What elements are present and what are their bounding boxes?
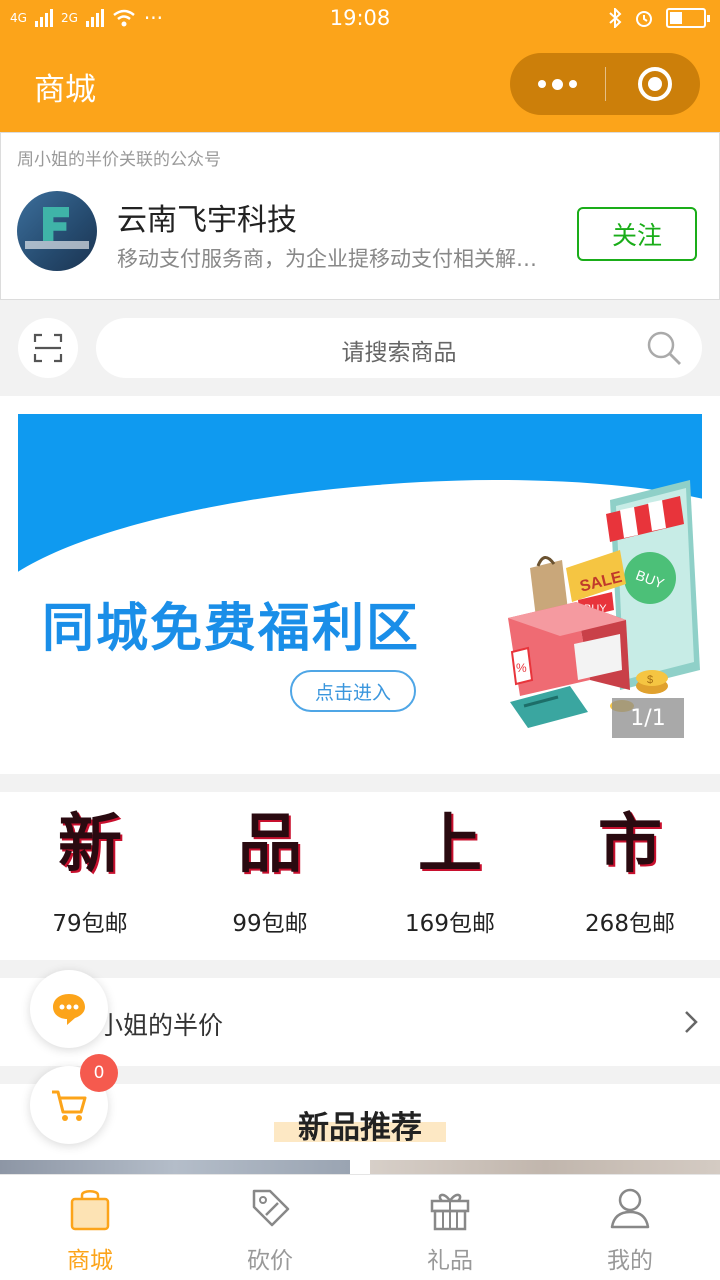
tab-label: 商城 <box>67 1248 113 1274</box>
category-label: 268包邮 <box>585 911 675 937</box>
shop-name: 小姐的半价 <box>98 1011 224 1040</box>
official-account-source: 周小姐的半价关联的公众号 <box>17 150 221 170</box>
category-market-icon: 市 <box>598 807 662 882</box>
dot-icon <box>552 78 563 90</box>
scan-icon <box>33 333 63 363</box>
tab-mall[interactable]: 商城 <box>0 1175 180 1280</box>
dot-icon <box>569 80 577 88</box>
battery-icon <box>666 8 710 28</box>
category-item[interactable]: 新 79包邮 <box>0 792 180 960</box>
tab-gifts[interactable]: 礼品 <box>360 1175 540 1280</box>
customer-service-button[interactable] <box>30 970 108 1048</box>
tab-mine[interactable]: 我的 <box>540 1175 720 1280</box>
gift-icon <box>430 1193 470 1231</box>
chat-icon <box>53 994 85 1025</box>
banner-enter-button[interactable]: 点击进入 <box>290 670 416 712</box>
user-icon <box>610 1188 650 1229</box>
search-row: 请搜索商品 <box>0 300 720 396</box>
tab-label: 砍价 <box>247 1248 293 1274</box>
chevron-right-icon <box>685 1011 698 1033</box>
alarm-icon <box>636 11 652 27</box>
category-label: 169包邮 <box>405 911 495 937</box>
category-up-icon: 上 <box>418 807 482 882</box>
banner-title: 同城免费福利区 <box>42 599 421 659</box>
status-right <box>608 8 710 28</box>
shop-entry-row[interactable]: 小姐的半价 <box>0 978 720 1066</box>
cart-count-badge: 0 <box>80 1054 118 1092</box>
close-mini-program-button[interactable] <box>638 67 672 101</box>
category-item[interactable]: 品 99包邮 <box>180 792 360 960</box>
category-item[interactable]: 市 268包邮 <box>540 792 720 960</box>
official-account-name[interactable]: 云南飞宇科技 <box>117 195 297 239</box>
page-title: 商城 <box>34 72 96 108</box>
category-label: 79包邮 <box>52 911 128 937</box>
cart-icon <box>52 1090 87 1121</box>
price-tag-icon <box>252 1189 290 1227</box>
bluetooth-icon <box>609 8 622 28</box>
category-item[interactable]: 上 169包邮 <box>360 792 540 960</box>
shopping-bag-icon <box>70 1190 110 1231</box>
tab-bar: 商城 砍价 礼品 我的 <box>0 1174 720 1280</box>
dot-icon <box>538 80 546 88</box>
official-account-description: 移动支付服务商，为企业提移动支付相关解决方案 <box>117 247 547 271</box>
capsule-divider <box>605 67 606 101</box>
tab-label: 礼品 <box>427 1248 473 1274</box>
tab-bargain[interactable]: 砍价 <box>180 1175 360 1280</box>
illustration-percent: % <box>516 661 527 675</box>
category-new-icon: 新 <box>58 807 122 882</box>
promo-banner[interactable]: 同城免费福利区 点击进入 BUY SALE BUY <box>18 414 702 756</box>
more-menu-button[interactable] <box>510 53 605 115</box>
section-title: 新品推荐 <box>298 1110 422 1146</box>
search-icon[interactable] <box>646 330 682 366</box>
official-account-avatar[interactable] <box>17 191 97 271</box>
official-account-card: 周小姐的半价关联的公众号 云南飞宇科技 移动支付服务商，为企业提移动支付相关解决… <box>0 132 720 300</box>
tab-label: 我的 <box>607 1248 653 1274</box>
search-input[interactable]: 请搜索商品 <box>96 318 702 378</box>
scan-button[interactable] <box>18 318 78 378</box>
category-product-icon: 品 <box>238 807 302 882</box>
banner-page-indicator: 1/1 <box>612 698 684 738</box>
category-label: 99包邮 <box>232 911 308 937</box>
follow-button[interactable]: 关注 <box>577 207 697 261</box>
search-placeholder: 请搜索商品 <box>341 340 457 366</box>
status-bar: 4G 2G ··· 19:08 <box>0 0 720 36</box>
nav-bar: 商城 <box>0 36 720 132</box>
category-row: 新 79包邮 品 99包邮 上 169包邮 市 268包邮 <box>0 792 720 960</box>
mini-program-capsule <box>510 53 700 115</box>
illustration-dollar: $ <box>647 674 653 686</box>
